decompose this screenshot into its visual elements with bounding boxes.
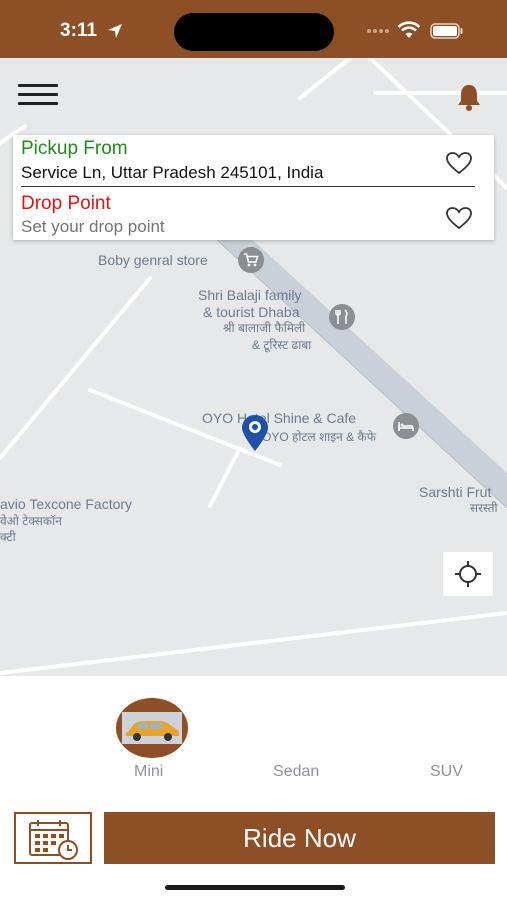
menu-bar-icon [18,84,58,87]
my-location-button[interactable] [443,552,493,596]
map-label-sarshti-en: Sarshti Frut [419,484,492,500]
notification-bell-icon[interactable] [454,82,484,112]
crosshair-icon [455,561,481,587]
pickup-title: Pickup From [21,138,128,159]
status-time: 3:11 [60,20,97,41]
wifi-icon [397,21,421,38]
favorite-pickup-heart-icon[interactable] [445,151,473,175]
car-type-selector: Mini Sedan SUV [0,676,507,806]
home-indicator [165,885,345,890]
shopping-cart-poi-icon[interactable] [238,247,264,273]
car-option-mini[interactable]: Mini [134,763,163,781]
map-view[interactable]: Pickup From Service Ln, Uttar Pradesh 24… [0,58,507,676]
map-label-balaji-hi-2: & टूरिस्ट ढाबा [252,338,312,352]
ride-now-button[interactable]: Ride Now [104,812,495,864]
calendar-clock-icon [29,820,78,860]
schedule-ride-button[interactable] [14,812,92,864]
dynamic-island [174,13,334,51]
map-label-factory-hi-2: क्टी [0,530,16,544]
battery-icon [430,23,463,39]
map-label-balaji-en-2: & tourist Dhaba [203,304,300,320]
address-card: Pickup From Service Ln, Uttar Pradesh 24… [13,135,494,240]
car-photo [122,712,182,744]
map-label-balaji-en-1: Shri Balaji family [198,287,302,303]
signal-icon [367,29,389,33]
map-label-factory-hi-1: वेओ टेक्सकॉन [0,514,62,528]
drop-title: Drop Point [21,193,111,214]
map-label-sarshti-hi: सरस्ती [470,501,498,515]
car-mini-thumbnail[interactable] [116,698,188,758]
menu-bar-icon [18,93,58,96]
map-label-oyo-en: OYO Hotel Shine & Cafe [202,410,357,426]
hamburger-menu-button[interactable] [18,84,58,108]
restaurant-poi-icon[interactable] [329,304,355,330]
location-arrow-icon [108,24,122,38]
drop-point-input[interactable] [21,217,421,237]
location-pin-icon [242,415,268,451]
hotel-bed-poi-icon[interactable] [393,413,419,439]
pickup-address[interactable]: Service Ln, Uttar Pradesh 245101, India [21,163,323,183]
map-label-boby-store: Boby genral store [98,252,208,268]
address-divider [21,186,475,187]
favorite-drop-heart-icon[interactable] [445,206,473,230]
menu-bar-icon [18,102,58,105]
status-bar: 3:11 [0,0,507,58]
map-label-balaji-hi-1: श्री बालाजी फैमिली [223,321,306,335]
taxi-car-icon [126,721,179,741]
car-option-sedan[interactable]: Sedan [273,763,319,781]
map-label-factory-en: avio Texcone Factory [0,496,133,512]
map-label-oyo-hi: OYO होटल शाइन & कैफे [262,430,376,444]
car-option-suv[interactable]: SUV [430,763,463,781]
app-screen: 3:11 Pickup From Service Ln, Uttar Prade… [0,0,507,900]
